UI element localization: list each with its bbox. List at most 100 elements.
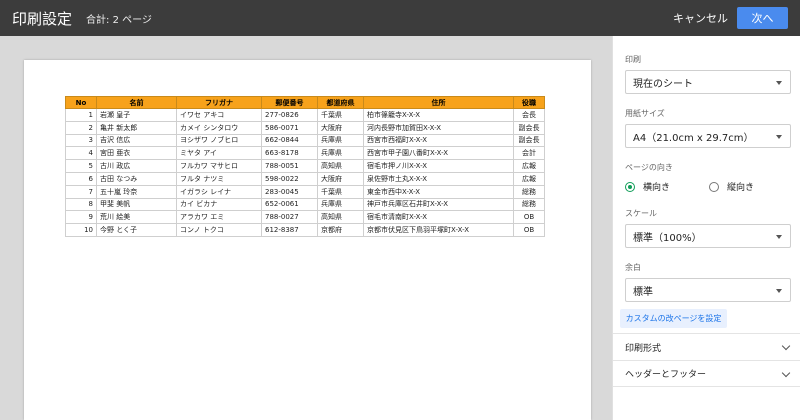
settings-panel: 印刷 現在のシート 用紙サイズ A4（21.0cm x 29.7cm） ページの…	[612, 36, 800, 420]
margin-select[interactable]: 標準	[625, 278, 791, 302]
print-label: 印刷	[625, 55, 641, 64]
column-header: 役職	[513, 96, 545, 109]
table-cell: 副会長	[513, 133, 545, 148]
table-cell: 荒川 絵美	[96, 210, 177, 225]
table-cell: 京都府	[317, 223, 364, 237]
scale-value: 標準（100%）	[633, 232, 702, 244]
cancel-button[interactable]: キャンセル	[673, 10, 728, 26]
table-cell: コンノ トクコ	[176, 223, 262, 237]
margin-value: 標準	[633, 286, 653, 298]
paper-size-label: 用紙サイズ	[625, 109, 665, 118]
table-cell: 会計	[513, 146, 545, 161]
table-cell: 宿毛市清南町X-X-X	[363, 210, 514, 225]
table-cell: OB	[513, 223, 545, 237]
table-row: 1 岩瀬 皇子 イワセ アキコ 277-0826 千葉県 柏市篠籠寺X-X-X 会長	[65, 108, 545, 122]
table-cell: 652-0061	[261, 197, 318, 212]
table-cell: 会長	[513, 108, 545, 122]
dropdown-arrow-icon	[776, 81, 782, 85]
table-cell: 598-0022	[261, 171, 318, 186]
table-cell: 788-0051	[261, 159, 318, 173]
dropdown-arrow-icon	[776, 289, 782, 293]
column-header: 郵便番号	[261, 96, 318, 109]
table-cell: 高知県	[317, 159, 364, 173]
table-cell: 京都市伏見区下鳥羽平塚町X-X-X	[363, 223, 514, 237]
table-row: 3 吉沢 信広 ヨシザワ ノブヒロ 662-0844 兵庫県 西宮市西福町X-X-X 副会長	[65, 133, 545, 148]
header-footer-section[interactable]: ヘッダーとフッター	[613, 360, 800, 387]
orientation-landscape-radio[interactable]: 横向き	[625, 180, 670, 193]
orientation-portrait-label: 縦向き	[727, 183, 755, 193]
table-header-row: No 名前 フリガナ 郵便番号 都道府県 住所 役職	[65, 96, 545, 109]
radio-selected-icon	[625, 181, 635, 192]
table-cell: 副会長	[513, 120, 545, 135]
table-row: 8 甲斐 美帆 カイ ビカナ 652-0061 兵庫県 神戸市兵庫区石井町X-X-X 総務	[65, 197, 545, 212]
table-cell: 7	[65, 184, 97, 199]
table-cell: 兵庫県	[317, 146, 364, 161]
table-cell: フルカワ マサヒロ	[176, 159, 262, 173]
column-header: No	[65, 96, 97, 109]
table-cell: 千葉県	[317, 184, 364, 199]
orientation-label: ページの向き	[625, 163, 673, 172]
table-cell: 神戸市兵庫区石井町X-X-X	[363, 197, 514, 212]
table-cell: 277-0826	[261, 108, 318, 122]
paper-size-value: A4（21.0cm x 29.7cm）	[633, 132, 754, 144]
table-cell: 高知県	[317, 210, 364, 225]
table-cell: 吉沢 信広	[96, 133, 177, 148]
scale-select[interactable]: 標準（100%）	[625, 224, 791, 248]
table-cell: 五十嵐 玲奈	[96, 184, 177, 199]
table-cell: 総務	[513, 184, 545, 199]
orientation-landscape-label: 横向き	[643, 183, 671, 193]
table-cell: 9	[65, 210, 97, 225]
table-cell: イワセ アキコ	[176, 108, 262, 122]
print-range-value: 現在のシート	[633, 78, 693, 90]
table-cell: フルタ ナツミ	[176, 171, 262, 186]
table-cell: 663-8178	[261, 146, 318, 161]
table-cell: 柏市篠籠寺X-X-X	[363, 108, 514, 122]
table-cell: ミヤタ アイ	[176, 146, 262, 161]
header-footer-label: ヘッダーとフッター	[625, 370, 707, 380]
table-cell: ヨシザワ ノブヒロ	[176, 133, 262, 148]
print-preview-area: No 名前 フリガナ 郵便番号 都道府県 住所 役職 1 岩瀬 皇子 イワセ アキコ…	[0, 36, 612, 420]
table-cell: 662-0844	[261, 133, 318, 148]
table-cell: イガラシ レイナ	[176, 184, 262, 199]
custom-page-break-button[interactable]: カスタムの改ページを設定	[620, 309, 727, 328]
table-cell: 4	[65, 146, 97, 161]
page-title: 印刷設定	[12, 9, 73, 28]
table-cell: 8	[65, 197, 97, 212]
table-cell: 大阪府	[317, 171, 364, 186]
table-cell: 総務	[513, 197, 545, 212]
table-cell: 大阪府	[317, 120, 364, 135]
table-cell: 6	[65, 171, 97, 186]
table-cell: 3	[65, 133, 97, 148]
dropdown-arrow-icon	[776, 135, 782, 139]
table-cell: 千葉県	[317, 108, 364, 122]
table-row: 2 亀井 新太郎 カメイ シンタロウ 586-0071 大阪府 河内長野市加賀田X-X-X…	[65, 120, 545, 135]
print-format-section[interactable]: 印刷形式	[613, 333, 800, 360]
table-cell: 岩瀬 皇子	[96, 108, 177, 122]
table-cell: OB	[513, 210, 545, 225]
scale-label: スケール	[625, 209, 657, 218]
table-cell: 10	[65, 223, 97, 237]
table-cell: アラカワ エミ	[176, 210, 262, 225]
chevron-down-icon	[781, 341, 791, 351]
table-row: 5 古川 政広 フルカワ マサヒロ 788-0051 高知県 宿毛市押ノ川X-X-X 広報	[65, 159, 545, 173]
table-cell: 広報	[513, 171, 545, 186]
table-cell: 西宮市西福町X-X-X	[363, 133, 514, 148]
table-cell: 亀井 新太郎	[96, 120, 177, 135]
paper-size-select[interactable]: A4（21.0cm x 29.7cm）	[625, 124, 791, 148]
table-row: 6 古田 なつみ フルタ ナツミ 598-0022 大阪府 泉佐野市土丸X-X-X 広報	[65, 171, 545, 186]
table-cell: 泉佐野市土丸X-X-X	[363, 171, 514, 186]
table-cell: カイ ビカナ	[176, 197, 262, 212]
table-cell: 東金市西中X-X-X	[363, 184, 514, 199]
table-row: 9 荒川 絵美 アラカワ エミ 788-0027 高知県 宿毛市清南町X-X-X OB	[65, 210, 545, 225]
table-cell: 宮田 亜衣	[96, 146, 177, 161]
print-format-label: 印刷形式	[625, 343, 662, 354]
print-range-select[interactable]: 現在のシート	[625, 70, 791, 94]
table-cell: 2	[65, 120, 97, 135]
next-button[interactable]: 次へ	[737, 7, 788, 29]
orientation-portrait-radio[interactable]: 縦向き	[709, 180, 754, 193]
page-total: 合計: 2 ページ	[86, 14, 152, 26]
radio-unselected-icon	[709, 181, 719, 192]
chevron-down-icon	[781, 368, 791, 378]
table-row: 10 今野 とく子 コンノ トクコ 612-8387 京都府 京都市伏見区下鳥羽平塚町X-…	[65, 223, 545, 237]
column-header: 都道府県	[317, 96, 364, 109]
